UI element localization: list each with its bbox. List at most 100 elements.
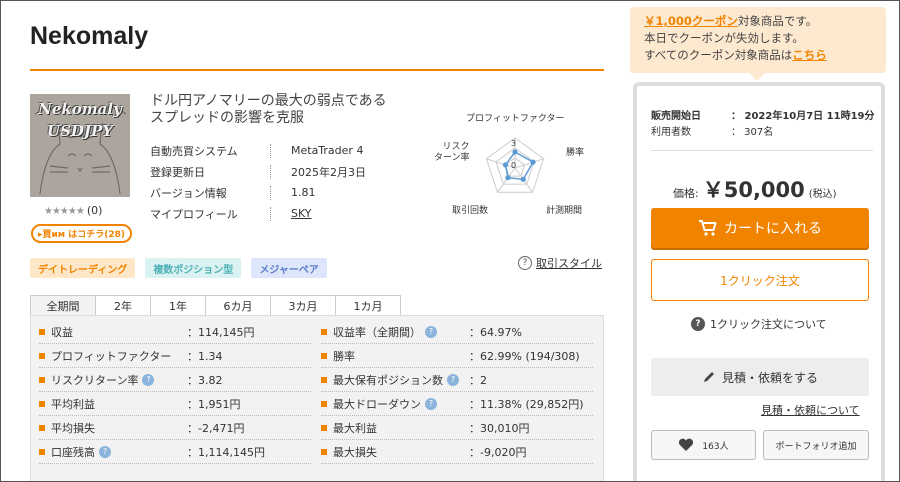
info-label: バージョン情報: [150, 186, 227, 200]
favorite-count: 163人: [702, 441, 729, 452]
profile-link[interactable]: SKY: [291, 207, 312, 220]
bullet-square: [321, 448, 327, 455]
stats-right-column: 収益率（全期間）? ：64.97% 勝率 ：62.99% (194/308) 最大保有ポ…: [321, 320, 593, 464]
help-icon[interactable]: ?: [447, 373, 459, 386]
divider: [651, 150, 873, 151]
trading-style-link[interactable]: ? 取引スタイル: [518, 255, 602, 271]
add-to-cart-button[interactable]: カートに入れる: [651, 208, 869, 248]
stats-label: 最大利益: [321, 420, 469, 436]
info-label: 登録更新日: [150, 165, 205, 179]
radar-label-trades: 取引回数: [452, 206, 489, 216]
user-count-label: 利用者数: [651, 126, 691, 138]
star-icons: ★★★★★: [44, 206, 85, 217]
stats-label: 勝率: [321, 348, 469, 364]
bullet-square: [321, 328, 327, 335]
tab-3-months[interactable]: 3カ月: [270, 295, 336, 316]
price-label: 価格:: [673, 187, 699, 200]
quote-about-link[interactable]: 見積・依頼について: [761, 402, 860, 418]
thumb-symbol: USDJPY: [46, 122, 113, 140]
stats-row: 最大保有ポジション数? ：2: [321, 368, 593, 392]
stats-row: リスクリターン率? ：3.82: [39, 368, 311, 392]
style-tags: デイトレーディング 複数ポジション型 メジャーペア: [30, 258, 327, 278]
radar-label-risk: リスク ターン率: [434, 142, 470, 163]
buyer-count-button[interactable]: ▸買им はコチラ(28): [31, 224, 132, 243]
radar-label-period: 計測期間: [546, 206, 583, 216]
bullet-square: [321, 376, 327, 383]
price-value: ￥50,000: [702, 178, 805, 202]
one-click-about-label: 1クリック注文について: [710, 318, 827, 331]
help-icon: ?: [691, 317, 705, 331]
radar-label-win: 勝率: [566, 148, 585, 158]
stats-row: プロフィットファクター ：1.34: [39, 344, 311, 368]
radar-point-pf: [512, 149, 518, 155]
tag-day-trading[interactable]: デイトレーディング: [30, 258, 136, 278]
stats-value: ：3.82: [187, 373, 223, 387]
info-value: MetaTrader 4: [291, 144, 364, 157]
info-row: 自動売買システム MetaTrader 4: [150, 140, 375, 161]
info-value: 1.81: [291, 186, 316, 199]
add-portfolio-button[interactable]: ポートフォリオ追加: [763, 430, 869, 460]
help-icon[interactable]: ?: [425, 397, 437, 410]
coupon-link[interactable]: こちら: [792, 48, 827, 62]
stats-label: プロフィットファクター: [39, 348, 187, 364]
coupon-amount[interactable]: ￥1,000クーポン: [644, 14, 738, 28]
stats-value: ：62.99% (194/308): [469, 349, 580, 363]
one-click-about-link[interactable]: ? 1クリック注文について: [691, 316, 827, 332]
purchase-panel: 販売開始日 ： 2022年10月7日 11時19分 利用者数 ： 307名 価格: …: [633, 82, 885, 482]
stats-left-column: 収益 ：114,145円 プロフィットファクター ：1.34 リスクリターン率? ：3.8…: [39, 320, 311, 464]
tab-1-month[interactable]: 1カ月: [335, 295, 401, 316]
radar-scale-zero: 0: [511, 161, 517, 170]
pencil-icon: [703, 372, 714, 382]
stats-row: 口座残高? ：1,114,145円: [39, 440, 311, 464]
tab-6-months[interactable]: 6カ月: [205, 295, 271, 316]
sales-meta: 販売開始日 ： 2022年10月7日 11時19分 利用者数 ： 307名: [651, 106, 876, 138]
bullet-square: [39, 352, 45, 359]
help-icon[interactable]: ?: [99, 445, 111, 458]
help-icon[interactable]: ?: [142, 373, 155, 386]
one-click-order-button[interactable]: 1クリック注文: [651, 259, 869, 301]
user-count-value: ： 307名: [731, 126, 774, 138]
favorite-button[interactable]: 163人: [651, 430, 756, 460]
stats-label: 収益: [39, 324, 187, 340]
bullet-square: [39, 328, 45, 335]
cart-icon: [699, 220, 717, 236]
review-count: (0): [86, 204, 103, 217]
stats-label: 最大損失: [321, 444, 469, 460]
price-block: 価格: ￥50,000 (税込): [673, 174, 837, 204]
info-row: マイプロフィール SKY: [150, 203, 375, 224]
stats-value: ：64.97%: [469, 325, 522, 339]
info-row: バージョン情報 1.81: [150, 182, 375, 203]
stats-label: 平均損失: [39, 420, 187, 436]
tag-multi-position[interactable]: 複数ポジション型: [145, 258, 242, 278]
stats-label: 収益率（全期間）?: [321, 324, 469, 340]
tag-major-pair[interactable]: メジャーペア: [251, 258, 327, 278]
bullet-square: [39, 424, 45, 431]
tab-2-years[interactable]: 2年: [95, 295, 151, 316]
radar-scale-max: 3: [511, 139, 517, 148]
help-icon[interactable]: ?: [425, 325, 437, 338]
title-divider: [30, 69, 604, 71]
tab-all-period[interactable]: 全期間: [30, 295, 96, 316]
stats-value: ：1,951円: [187, 397, 241, 411]
stats-value: ：-2,471円: [187, 421, 245, 435]
request-quote-button[interactable]: 見積・依頼をする: [651, 358, 869, 396]
tax-note: (税込): [808, 189, 837, 200]
radar-point-period: [520, 176, 526, 182]
tab-1-year[interactable]: 1年: [150, 295, 206, 316]
stats-value: ：30,010円: [469, 421, 530, 435]
radar-chart: プロフィットファクター 勝率 計測期間 取引回数 リスク ターン率 3 0: [430, 110, 600, 220]
release-date-value: ： 2022年10月7日 11時19分: [731, 110, 875, 122]
info-label: マイプロフィール: [150, 207, 238, 221]
product-thumbnail[interactable]: Nekomaly USDJPY: [30, 94, 130, 197]
bullet-square: [321, 352, 327, 359]
bullet-square: [321, 400, 327, 407]
period-tabs: 全期間 2年 1年 6カ月 3カ月 1カ月: [30, 295, 401, 316]
performance-stats: 収益 ：114,145円 プロフィットファクター ：1.34 リスクリターン率? ：3.8…: [30, 315, 604, 482]
buyer-count-label: ▸買им はコチラ(28): [37, 230, 126, 240]
stats-value: ：1.34: [187, 349, 223, 363]
bullet-square: [39, 448, 45, 455]
trading-style-label: 取引スタイル: [536, 257, 602, 270]
radar-point-win: [530, 159, 536, 165]
stats-row: 収益 ：114,145円: [39, 320, 311, 344]
info-value: 2025年2月3日: [291, 165, 366, 179]
